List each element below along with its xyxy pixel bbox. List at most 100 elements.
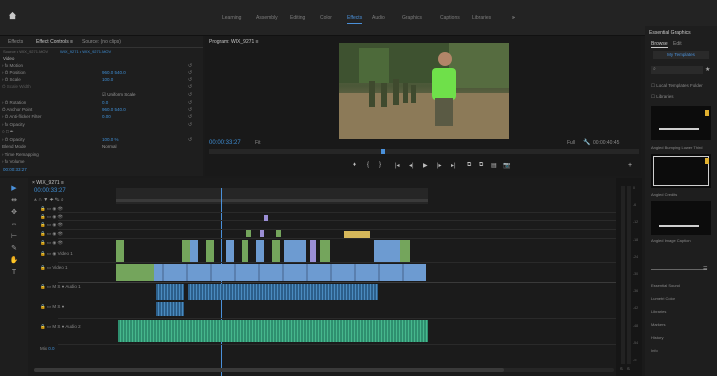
video-clip[interactable] <box>242 240 248 262</box>
video-clip[interactable] <box>190 240 198 262</box>
panel-info[interactable]: Info <box>651 348 658 353</box>
video-clip[interactable] <box>374 240 400 262</box>
selection-tool-icon[interactable]: ▶ <box>9 184 19 194</box>
template-thumbnail[interactable] <box>651 106 711 140</box>
track-header-v0[interactable]: 🔒 ▭ ◉ 👁 <box>40 240 126 246</box>
track-header-video1[interactable]: 🔒 ▭ Video 1 <box>40 265 126 271</box>
track-header-audio2[interactable]: 🔒 ▭ M S ● <box>40 304 126 310</box>
workspace-tab-editing[interactable]: Editing <box>290 15 305 21</box>
pen-tool-icon[interactable]: ✎ <box>9 244 19 254</box>
tab-source[interactable]: Source: (no clips) <box>82 39 121 45</box>
video-frame[interactable] <box>339 43 509 139</box>
tab-edit[interactable]: Edit <box>673 41 682 47</box>
insert-icon[interactable]: ▤ <box>491 162 497 169</box>
graphic-clip[interactable] <box>260 230 264 237</box>
home-icon[interactable] <box>8 11 17 20</box>
extract-icon[interactable]: ⧉ <box>479 162 483 169</box>
add-button-icon[interactable]: + <box>628 162 632 169</box>
timeline-scrollbar[interactable] <box>34 368 614 372</box>
my-templates-dropdown[interactable]: My Templates <box>653 51 709 59</box>
go-to-in-icon[interactable]: |◂ <box>395 162 400 169</box>
program-time-ruler[interactable] <box>209 149 639 154</box>
step-back-icon[interactable]: ◂| <box>409 162 414 169</box>
essential-graphics-title[interactable]: Essential Graphics <box>649 30 691 36</box>
sequence-tab[interactable]: × WIX_9271 ≡ <box>32 180 64 186</box>
video-clip[interactable] <box>226 240 234 262</box>
template-thumbnail[interactable] <box>651 154 711 188</box>
track-header-v2[interactable]: 🔒 ▭ ◉ 👁 <box>40 222 126 228</box>
local-templates-checkbox[interactable]: ☐ Local Templates Folder <box>651 83 703 89</box>
program-timecode[interactable]: 00:00:33:27 <box>209 140 241 146</box>
video-clip[interactable] <box>272 240 280 262</box>
zoom-fit-dropdown[interactable]: Fit <box>255 140 261 146</box>
track-header-audio1[interactable]: 🔒 ▭ M S ● Audio 1 <box>40 284 126 290</box>
mark-out-icon[interactable]: } <box>379 162 381 168</box>
tab-effects[interactable]: Effects <box>8 39 23 45</box>
graphic-clip[interactable] <box>276 230 281 237</box>
workspace-tab-assembly[interactable]: Assembly <box>256 15 278 21</box>
video-clip[interactable] <box>206 240 214 262</box>
effect-row-uniform-scale[interactable]: ☑ Uniform Scale ↺ <box>2 92 200 100</box>
video-clip[interactable] <box>182 240 190 262</box>
list-view-icon[interactable]: ☰ <box>703 266 707 272</box>
workspace-tab-learning[interactable]: Learning <box>222 15 241 21</box>
track-header-v1[interactable]: 🔒 ▭ ◉ 👁 <box>40 231 126 237</box>
workspace-tab-effects[interactable]: Effects <box>347 15 363 24</box>
title-clip[interactable] <box>344 231 370 238</box>
program-playhead[interactable] <box>381 149 385 154</box>
slip-tool-icon[interactable]: ⇔ <box>9 220 19 230</box>
video-clip[interactable] <box>310 240 316 262</box>
audio-clip[interactable] <box>156 284 184 300</box>
workspace-tab-color[interactable]: Color <box>320 15 332 21</box>
workspace-tab-libraries[interactable]: Libraries <box>472 15 491 21</box>
program-title[interactable]: Program: WIX_9271 ≡ <box>209 39 259 45</box>
track-header-mix[interactable]: Mix 0.0 <box>40 346 126 351</box>
audio-clip[interactable] <box>156 302 184 316</box>
music-clip[interactable] <box>118 320 428 342</box>
mask-tools[interactable]: ○ □ ✒ <box>2 129 200 137</box>
hand-tool-icon[interactable]: ✋ <box>9 256 19 266</box>
graphic-clip[interactable] <box>264 215 268 221</box>
search-input[interactable]: ⌕ <box>651 66 703 74</box>
panel-essential-sound[interactable]: Essential Sound <box>651 283 680 288</box>
track-select-tool-icon[interactable]: ⇹ <box>9 196 19 206</box>
effect-row-volume[interactable]: › fx Volume <box>2 159 200 167</box>
panel-libraries[interactable]: Libraries <box>651 309 666 314</box>
solo-right-button[interactable]: S <box>627 366 630 371</box>
go-to-out-icon[interactable]: ▸| <box>451 162 456 169</box>
audio-clip[interactable] <box>188 284 378 300</box>
video-clip[interactable] <box>256 240 264 262</box>
ripple-edit-tool-icon[interactable]: ✥ <box>9 208 19 218</box>
resolution-dropdown[interactable]: Full <box>567 140 575 146</box>
more-workspaces-icon[interactable]: » <box>512 15 515 21</box>
timeline-ruler[interactable] <box>116 188 428 204</box>
workspace-tab-captions[interactable]: Captions <box>440 15 460 21</box>
panel-markers[interactable]: Markers <box>651 322 665 327</box>
type-tool-icon[interactable]: T <box>9 268 19 278</box>
video-clip[interactable] <box>320 240 330 262</box>
tab-browse[interactable]: Browse <box>651 41 668 48</box>
lift-icon[interactable]: ⧉ <box>467 162 471 169</box>
timeline-timecode[interactable]: 00:00:33:27 <box>34 188 66 194</box>
video-clip[interactable] <box>116 264 154 281</box>
thumbnail-size-slider[interactable] <box>651 269 707 270</box>
play-icon[interactable]: ▶ <box>423 162 428 169</box>
export-frame-icon[interactable]: 📷 <box>503 162 510 169</box>
wrench-icon[interactable]: 🔧 <box>583 139 590 146</box>
video-clip[interactable] <box>400 240 410 262</box>
panel-history[interactable]: History <box>651 335 663 340</box>
workspace-tab-audio[interactable]: Audio <box>372 15 385 21</box>
graphic-clip[interactable] <box>246 230 251 237</box>
mark-in-icon[interactable]: { <box>367 162 369 168</box>
solo-left-button[interactable]: S <box>620 366 623 371</box>
panel-lumetri-color[interactable]: Lumetri Color <box>651 296 675 301</box>
scrollbar-thumb[interactable] <box>34 368 504 372</box>
effect-controls-timecode[interactable]: 00:00:33:27 <box>3 167 27 172</box>
step-forward-icon[interactable]: |▸ <box>437 162 442 169</box>
template-thumbnail[interactable] <box>651 201 711 235</box>
effect-row-anti-flicker[interactable]: › Ö Anti-flicker Filter 0.00 ↺ <box>2 114 200 122</box>
video-clip[interactable] <box>284 240 306 262</box>
main-video-clips[interactable] <box>116 264 426 281</box>
tab-effect-controls[interactable]: Effect Controls ≡ <box>36 39 73 45</box>
track-header-vid[interactable]: 🔒 ▭ ◉ Video 1 <box>40 251 126 257</box>
